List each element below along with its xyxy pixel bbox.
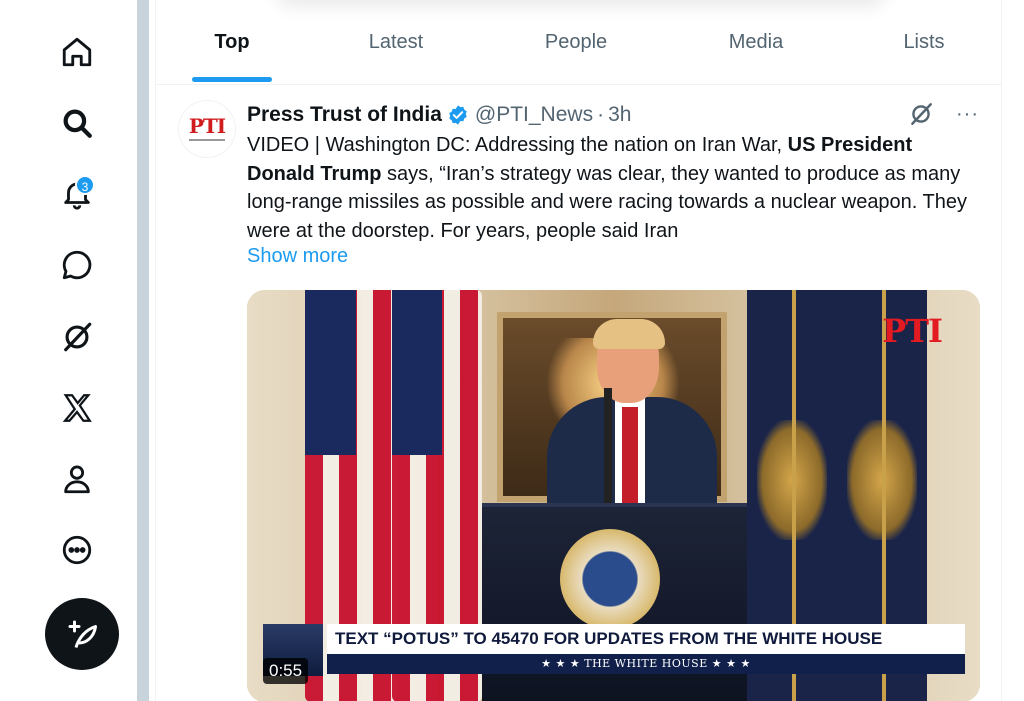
grok-icon[interactable] xyxy=(908,101,934,127)
search-tabs: Top Latest People Media Lists xyxy=(156,0,1001,85)
more-circle-icon xyxy=(62,535,92,565)
premium-nav-button[interactable] xyxy=(56,387,98,429)
avatar-logo: PTI xyxy=(188,114,226,138)
lower-third-headline: TEXT “POTUS” TO 45470 FOR UPDATES FROM T… xyxy=(327,624,965,654)
compose-post-button[interactable] xyxy=(45,598,119,670)
notifications-nav-button[interactable]: 3 xyxy=(56,173,98,215)
tweet-video[interactable]: PTI TEXT “POTUS” TO 45470 FOR UPDATES FR… xyxy=(247,290,980,701)
tab-latest[interactable]: Latest xyxy=(346,0,446,85)
person-icon xyxy=(64,465,90,494)
avatar-subtext-line xyxy=(189,139,225,141)
presidential-seal xyxy=(560,529,660,629)
lower-third: TEXT “POTUS” TO 45470 FOR UPDATES FROM T… xyxy=(327,624,965,676)
search-icon xyxy=(63,109,92,138)
tweet-time[interactable]: 3h xyxy=(608,103,631,127)
tweet-header: Press Trust of India @PTI_News · 3h ··· xyxy=(247,101,987,129)
explore-nav-button[interactable] xyxy=(56,102,98,144)
separator-dot: · xyxy=(597,103,605,126)
more-options-button[interactable]: ··· xyxy=(956,103,979,126)
microphone xyxy=(604,388,612,503)
verified-badge-icon xyxy=(449,105,467,125)
tab-media[interactable]: Media xyxy=(706,0,806,85)
feather-plus-icon xyxy=(68,620,97,648)
grok-nav-button[interactable] xyxy=(56,316,98,358)
home-icon xyxy=(62,37,92,67)
video-duration: 0:55 xyxy=(263,658,309,684)
avatar[interactable]: PTI xyxy=(178,100,236,158)
column-divider xyxy=(137,0,149,701)
chat-bubble-icon xyxy=(62,250,92,280)
lower-third-source: ★ ★ ★ THE WHITE HOUSE ★ ★ ★ xyxy=(327,654,965,674)
messages-nav-button[interactable] xyxy=(56,244,98,286)
home-nav-button[interactable] xyxy=(56,31,98,73)
grok-icon xyxy=(64,322,92,352)
notification-count-badge: 3 xyxy=(75,175,95,195)
author-handle[interactable]: @PTI_News xyxy=(475,103,593,127)
tab-top[interactable]: Top xyxy=(192,0,272,85)
search-results-column: Top Latest People Media Lists PTI Press … xyxy=(155,0,1002,701)
active-tab-indicator xyxy=(192,77,272,82)
left-nav: 3 xyxy=(0,0,137,701)
show-more-link[interactable]: Show more xyxy=(247,245,348,268)
tweet-text: VIDEO | Washington DC: Addressing the na… xyxy=(247,131,977,245)
author-name[interactable]: Press Trust of India xyxy=(247,103,442,127)
tab-lists[interactable]: Lists xyxy=(884,0,964,85)
x-logo-icon xyxy=(62,394,92,422)
profile-nav-button[interactable] xyxy=(56,458,98,500)
pti-watermark: PTI xyxy=(882,312,943,350)
tab-people[interactable]: People xyxy=(521,0,631,85)
tweet-text-part1: VIDEO | Washington DC: Addressing the na… xyxy=(247,134,788,156)
tweet[interactable]: PTI Press Trust of India @PTI_News · 3h … xyxy=(156,86,1001,701)
more-nav-button[interactable] xyxy=(56,529,98,571)
